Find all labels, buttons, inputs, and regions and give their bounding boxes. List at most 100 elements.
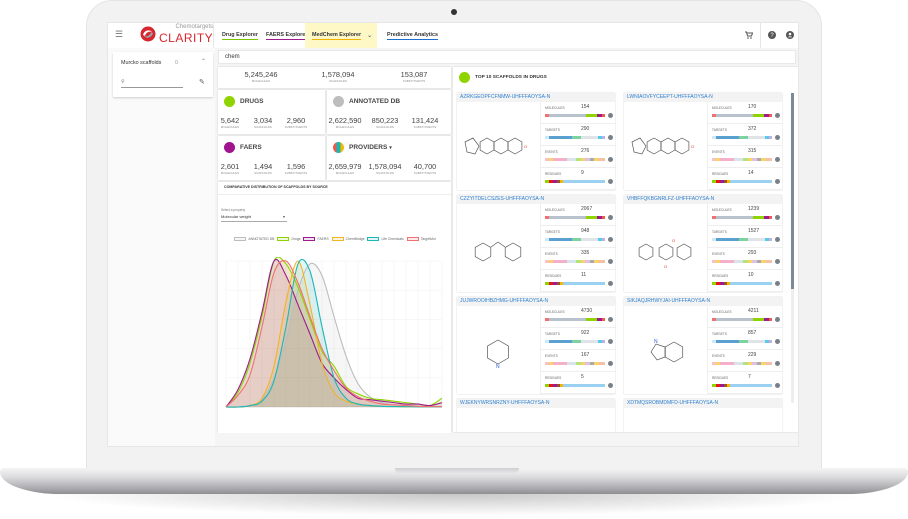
info-icon[interactable] <box>775 135 780 140</box>
scaffold-card[interactable]: AZRKGEOPFCFNMW-UHFFFAOYSA-N O MOLECULES 154… <box>457 93 616 190</box>
info-icon[interactable] <box>775 157 780 162</box>
info-icon[interactable] <box>608 361 613 366</box>
info-icon[interactable] <box>775 281 780 286</box>
info-icon[interactable] <box>608 281 613 286</box>
metric-distribution-bar[interactable] <box>712 238 772 241</box>
hamburger-icon[interactable]: ☰ <box>115 30 123 39</box>
scaffold-inchikey-link[interactable]: XDTMQSROBMDMFD-UHFFFAOYSA-N <box>624 399 782 408</box>
info-icon[interactable] <box>775 179 780 184</box>
bar-segment <box>716 318 753 321</box>
scaffold-search-input[interactable]: ⚲ <box>121 79 183 88</box>
bar-segment <box>719 158 734 161</box>
metric-distribution-bar[interactable] <box>712 318 772 321</box>
metric-distribution-bar[interactable] <box>545 114 605 117</box>
metric-distribution-bar[interactable] <box>712 260 772 263</box>
info-icon[interactable] <box>775 215 780 220</box>
info-icon[interactable] <box>608 215 613 220</box>
info-icon[interactable] <box>775 259 780 264</box>
scaffold-inchikey-link[interactable]: SIKJAQJRHWYJAI-UHFFFAOYSA-N <box>624 297 782 306</box>
account-icon[interactable] <box>786 31 794 41</box>
cart-icon[interactable] <box>745 31 754 41</box>
property-select[interactable]: Molecular weight ▾ <box>221 214 287 222</box>
metric-label: TARGETS <box>712 128 727 132</box>
metric-distribution-bar[interactable] <box>545 362 605 365</box>
metric-distribution-bar[interactable] <box>712 158 772 161</box>
help-icon[interactable]: ? <box>768 31 776 41</box>
metric-distribution-bar[interactable] <box>545 180 605 183</box>
bar-segment <box>769 340 772 343</box>
info-icon[interactable] <box>608 237 613 242</box>
scaffold-card[interactable]: XDTMQSROBMDMFD-UHFFFAOYSA-N <box>624 399 782 432</box>
metric-distribution-bar[interactable] <box>712 362 772 365</box>
info-icon[interactable] <box>608 135 613 140</box>
info-icon[interactable] <box>775 317 780 322</box>
info-icon[interactable] <box>608 179 613 184</box>
metric-distribution-bar[interactable] <box>545 318 605 321</box>
scaffold-card[interactable]: LWNIAOVFYCEEPT-UHFFFAOYSA-N O MOLECULES 170… <box>624 93 783 190</box>
scaffold-card[interactable]: VHBFFQKBGNRLFZ-UHFFFAOYSA-N O O MOLECULES 12… <box>624 195 783 292</box>
metric-distribution-bar[interactable] <box>545 384 605 387</box>
scaffold-card[interactable]: SIKJAQJRHWYJAI-UHFFFAOYSA-N N MOLECULES 421… <box>624 297 783 394</box>
scaffold-inchikey-link[interactable]: AZRKGEOPFCFNMW-UHFFFAOYSA-N <box>457 93 615 102</box>
providers-dropdown-icon[interactable]: ▾ <box>389 145 392 151</box>
metric-distribution-bar[interactable] <box>545 216 605 219</box>
scrollbar-thumb[interactable] <box>791 93 794 289</box>
info-icon[interactable] <box>608 339 613 344</box>
nav-medchem-explorer[interactable]: MedChem Explorer ⌄ <box>305 23 377 48</box>
legend-item[interactable]: TargetMol <box>406 237 436 241</box>
metric-distribution-bar[interactable] <box>712 340 772 343</box>
scaffold-inchikey-link[interactable]: CZZYITDELCSZES-UHFFFAOYSA-N <box>457 195 615 204</box>
metric-distribution-bar[interactable] <box>712 114 772 117</box>
scaffold-card[interactable]: WJEKNYWRSNRZNY-UHFFFAOYSA-N <box>457 399 615 432</box>
info-icon[interactable] <box>608 317 613 322</box>
scaffold-inchikey-link[interactable]: JUJWROOIHBZHMG-UHFFFAOYSA-N <box>457 297 615 306</box>
metric-value: 2067 <box>581 206 593 212</box>
source-card-drugs[interactable]: DRUGS 5,642 MOLECULES 3,034 SCAFFOLDS 2,96… <box>218 90 325 134</box>
info-icon[interactable] <box>608 113 613 118</box>
metric-distribution-bar[interactable] <box>712 180 772 183</box>
distribution-chart <box>225 257 443 409</box>
scaffold-card[interactable]: JUJWROOIHBZHMG-UHFFFAOYSA-N N MOLECULES 473… <box>457 297 616 394</box>
nav-faers-explorer[interactable]: FAERS Explorer <box>266 23 308 48</box>
source-card-providers[interactable]: PROVIDERS ▾ 2,659,979 MOLECULES 1,578,094… <box>327 136 451 180</box>
nav-drug-explorer[interactable]: Drug Explorer <box>222 23 258 48</box>
info-icon[interactable] <box>775 383 780 388</box>
metric-distribution-bar[interactable] <box>545 260 605 263</box>
metric-label: RESIDUES <box>545 376 562 380</box>
bar-segment <box>768 318 772 321</box>
metric-value: 10 <box>748 272 754 278</box>
metric-distribution-bar[interactable] <box>545 340 605 343</box>
scaffold-inchikey-link[interactable]: LWNIAOVFYCEEPT-UHFFFAOYSA-N <box>624 93 782 102</box>
source-card-annotated-db[interactable]: ANNOTATED DB 2,622,590 MOLECULES 850,223 S… <box>327 90 451 134</box>
info-icon[interactable] <box>775 339 780 344</box>
main-content: chem 5,245,246 MOLECULES 1,578,094 SCAFFOL… <box>215 48 798 446</box>
metric-distribution-bar[interactable] <box>545 282 605 285</box>
info-icon[interactable] <box>775 113 780 118</box>
metric-distribution-bar[interactable] <box>545 136 605 139</box>
info-icon[interactable] <box>775 361 780 366</box>
legend-item[interactable]: FAERS <box>303 237 329 241</box>
scaffold-card[interactable]: CZZYITDELCSZES-UHFFFAOYSA-N MOLECULES 2067… <box>457 195 616 292</box>
metric-distribution-bar[interactable] <box>712 216 772 219</box>
info-icon[interactable] <box>608 383 613 388</box>
metric-distribution-bar[interactable] <box>712 136 772 139</box>
metric-distribution-bar[interactable] <box>545 158 605 161</box>
legend-item[interactable]: ANNOTATED DB <box>234 237 274 241</box>
edit-pencil-icon[interactable]: ✎ <box>199 78 205 86</box>
search-input[interactable]: chem <box>218 50 796 64</box>
info-icon[interactable] <box>775 237 780 242</box>
scaffold-inchikey-link[interactable]: VHBFFQKBGNRLFZ-UHFFFAOYSA-N <box>624 195 782 204</box>
legend-item[interactable]: Drugs <box>277 237 300 241</box>
legend-item[interactable]: Life Chemicals <box>367 237 404 241</box>
nav-predictive-analytics[interactable]: Predictive Analytics <box>387 23 439 48</box>
metric-distribution-bar[interactable] <box>712 384 772 387</box>
legend-item[interactable]: ChemBridge <box>331 237 364 241</box>
chevron-up-icon[interactable]: ⌃ <box>201 58 206 65</box>
metric-distribution-bar[interactable] <box>712 282 772 285</box>
source-card-faers[interactable]: FAERS 2,601 MOLECULES 1,494 SCAFFOLDS 1,59… <box>218 136 325 180</box>
metric-distribution-bar[interactable] <box>545 238 605 241</box>
stat-label: SUBSTITUENTS <box>402 79 426 83</box>
scaffold-inchikey-link[interactable]: WJEKNYWRSNRZNY-UHFFFAOYSA-N <box>457 399 615 408</box>
info-icon[interactable] <box>608 259 613 264</box>
info-icon[interactable] <box>608 157 613 162</box>
